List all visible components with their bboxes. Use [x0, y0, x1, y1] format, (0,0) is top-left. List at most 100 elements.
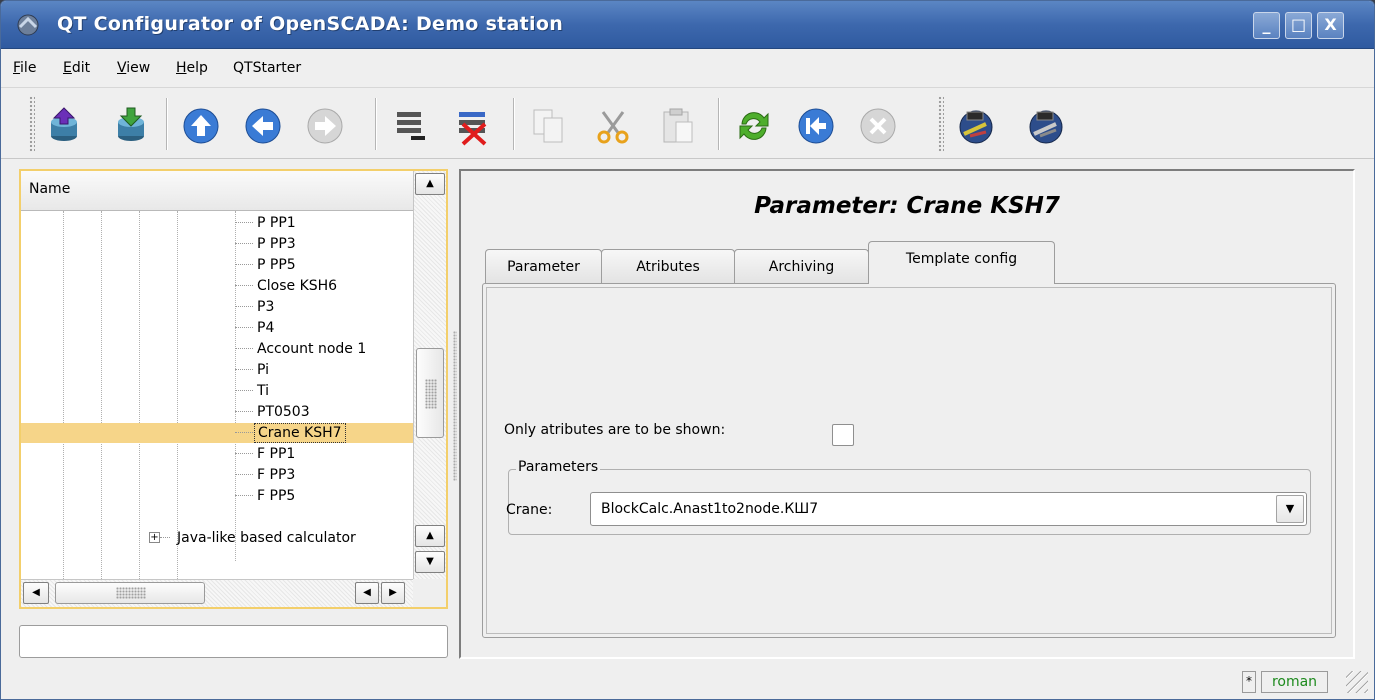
menu-file[interactable]: File [13, 60, 36, 76]
scroll-up-icon[interactable]: ▲ [415, 525, 445, 547]
tree-item-label: P PP5 [257, 257, 296, 273]
tree-connector [235, 495, 253, 496]
tree-item-label: Ti [257, 383, 270, 399]
tree-item-label: P3 [257, 299, 275, 315]
user-indicator[interactable]: roman [1261, 671, 1328, 693]
tree-item[interactable]: F PP1 [21, 444, 413, 464]
tree-vertical-scroll-thumb[interactable] [416, 348, 444, 438]
menu-view-mnemonic: V [117, 60, 127, 76]
tree-item-label: Crane KSH7 [254, 423, 346, 443]
paste-icon[interactable] [658, 106, 698, 146]
tab-label: Archiving [768, 259, 835, 275]
toolbar [1, 87, 1374, 159]
refresh-icon[interactable] [734, 106, 774, 146]
template-config-panel: Only atributes are to be shown: Paramete… [482, 283, 1336, 638]
menu-view[interactable]: View [117, 60, 150, 76]
forward-icon[interactable] [305, 106, 345, 146]
db-load-icon[interactable] [44, 106, 84, 146]
main-window: QT Configurator of OpenSCADA: Demo stati… [0, 0, 1375, 700]
scroll-left-icon[interactable]: ◀ [23, 582, 49, 604]
tree-item-label: Close KSH6 [257, 278, 338, 294]
stop-icon[interactable] [858, 106, 898, 146]
tree-horizontal-scroll-thumb[interactable] [55, 582, 205, 604]
tab-parameter[interactable]: Parameter [485, 249, 602, 283]
tree-connector [235, 348, 253, 349]
db-save-icon[interactable] [111, 106, 151, 146]
scroll-down-icon[interactable]: ▼ [415, 551, 445, 573]
scroll-right-icon[interactable]: ▶ [381, 582, 405, 604]
pane-splitter[interactable] [453, 331, 457, 481]
menu-help[interactable]: Help [176, 60, 208, 76]
tree-item-label: P4 [257, 320, 275, 336]
menu-qtstarter[interactable]: QTStarter [233, 60, 301, 76]
toolbar-grip[interactable] [29, 96, 35, 152]
tree-item[interactable]: Account node 1 [21, 339, 413, 359]
start-icon[interactable] [796, 106, 836, 146]
resize-grip[interactable] [1346, 671, 1368, 693]
tree-column-header[interactable]: Name [21, 171, 413, 211]
tree-item[interactable]: P PP1 [21, 213, 413, 233]
toolbar-separator [513, 98, 515, 150]
toolbar-grip[interactable] [938, 96, 944, 152]
tree-connector [235, 390, 253, 391]
tab-label: Template config [905, 251, 1018, 267]
status-bar: * roman [1, 663, 1374, 699]
navigation-tree[interactable]: Name P PP1 P PP3 P PP5 Close KSH6 P3 P4 … [19, 169, 448, 609]
expand-icon[interactable]: + [149, 532, 160, 543]
menu-file-label: ile [20, 60, 37, 76]
tree-item[interactable]: P PP5 [21, 255, 413, 275]
tree-body: P PP1 P PP3 P PP5 Close KSH6 P3 P4 Accou… [21, 211, 413, 579]
tree-connector [235, 306, 253, 307]
tree-item-selected[interactable]: Crane KSH7 [21, 423, 413, 443]
only-attributes-checkbox[interactable] [832, 424, 854, 446]
tree-connector [235, 222, 253, 223]
tree-item[interactable]: Close KSH6 [21, 276, 413, 296]
toolbar-separator [718, 98, 720, 150]
scroll-corner [413, 579, 446, 607]
menu-bar: File Edit View Help QTStarter [1, 49, 1374, 87]
add-item-icon[interactable] [391, 106, 431, 146]
toolbar-separator [166, 98, 168, 150]
crane-select[interactable]: BlockCalc.Anast1to2node.КШ7 ▼ [590, 492, 1307, 526]
tab-atributes[interactable]: Atributes [601, 249, 735, 283]
menu-help-label: elp [186, 60, 208, 76]
tree-item-label: P PP3 [257, 236, 296, 252]
chevron-down-icon[interactable]: ▼ [1276, 495, 1304, 523]
menu-edit[interactable]: Edit [63, 60, 90, 76]
tree-item[interactable]: Ti [21, 381, 413, 401]
plugin-icon-1[interactable] [956, 106, 996, 146]
maximize-button[interactable]: □ [1285, 12, 1312, 39]
crane-select-value: BlockCalc.Anast1to2node.КШ7 [601, 501, 819, 517]
maximize-glyph: □ [1290, 15, 1307, 34]
tree-connector [235, 285, 253, 286]
delete-item-icon[interactable] [453, 106, 493, 146]
scroll-up-icon[interactable]: ▲ [415, 173, 445, 195]
tree-item[interactable]: P PP3 [21, 234, 413, 254]
tree-item-java-like[interactable]: + Java-like based calculator [21, 528, 413, 548]
tree-filter-input[interactable] [19, 625, 448, 658]
up-icon[interactable] [181, 106, 221, 146]
tab-archiving[interactable]: Archiving [734, 249, 869, 283]
minimize-button[interactable]: _ [1253, 12, 1280, 39]
tree-item-label: F PP3 [257, 467, 296, 483]
tree-item[interactable]: F PP3 [21, 465, 413, 485]
tree-item[interactable]: Pi [21, 360, 413, 380]
tree-item[interactable]: P3 [21, 297, 413, 317]
back-icon[interactable] [243, 106, 283, 146]
menu-view-label: iew [126, 60, 151, 76]
tab-template-config[interactable]: Template config [868, 241, 1055, 284]
title-bar[interactable]: QT Configurator of OpenSCADA: Demo stati… [1, 1, 1374, 49]
plugin-icon-2[interactable] [1026, 106, 1066, 146]
tree-item[interactable]: P4 [21, 318, 413, 338]
tree-item[interactable]: F PP5 [21, 486, 413, 506]
close-button[interactable]: X [1317, 12, 1344, 39]
tree-vertical-scrollbar[interactable]: ▲ ▲ ▼ [413, 171, 446, 579]
scroll-left-icon[interactable]: ◀ [355, 582, 379, 604]
window-title: QT Configurator of OpenSCADA: Demo stati… [57, 13, 564, 35]
tree-horizontal-scrollbar[interactable]: ◀ ◀ ▶ [21, 579, 413, 607]
copy-icon[interactable] [528, 106, 568, 146]
tree-connector [235, 432, 253, 433]
app-icon [17, 14, 39, 36]
cut-icon[interactable] [593, 106, 633, 146]
tree-item[interactable]: PT0503 [21, 402, 413, 422]
